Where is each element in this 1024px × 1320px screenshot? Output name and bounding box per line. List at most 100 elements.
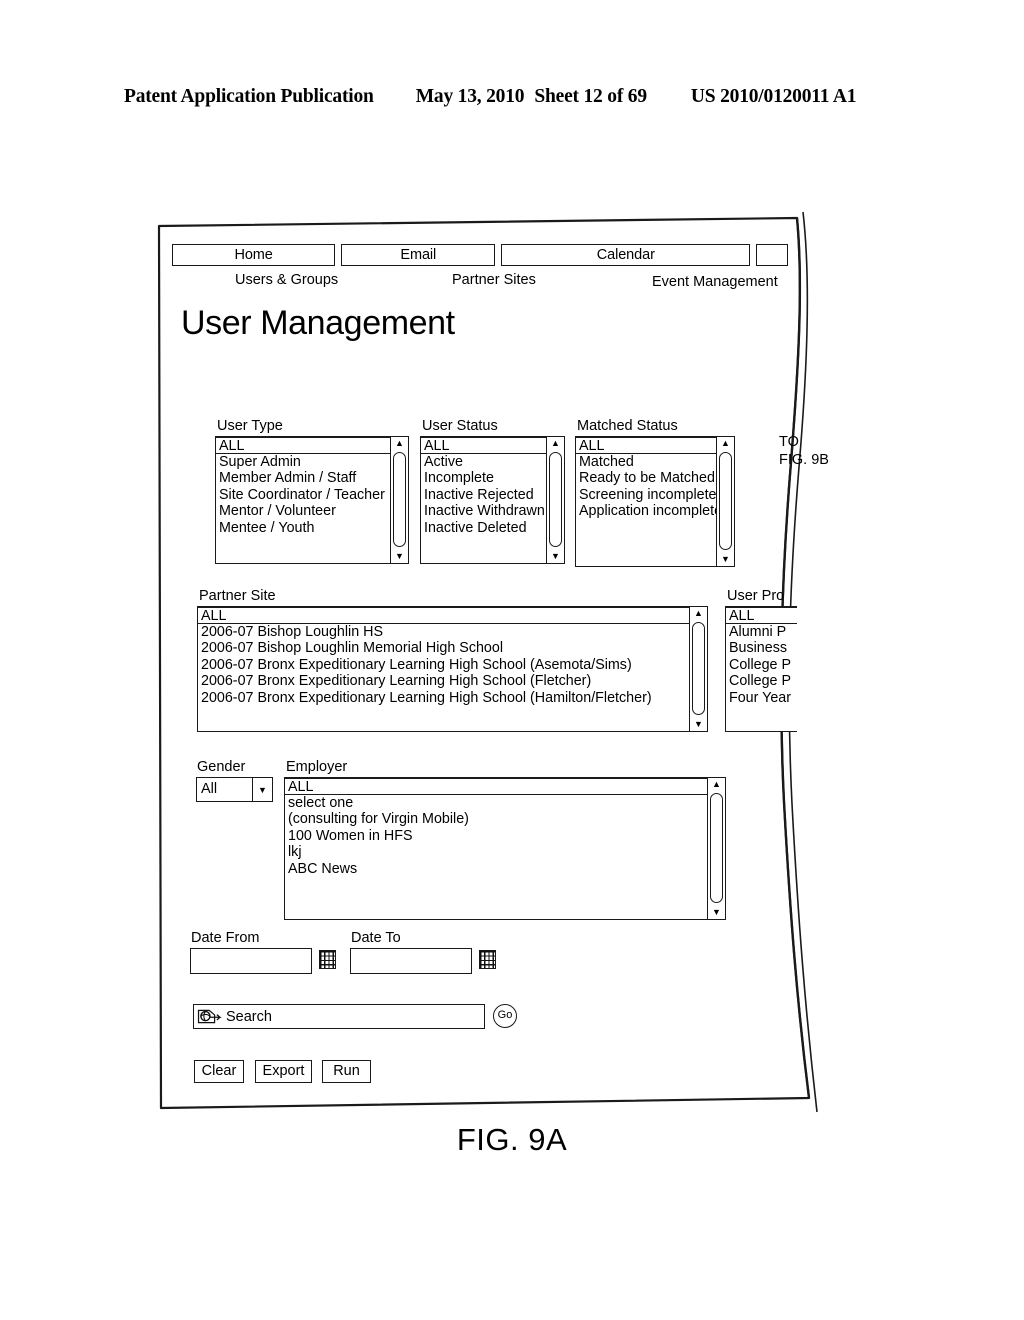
user-management-screen: Home Email Calendar Users & Groups Partn… [157,222,817,1112]
list-item[interactable]: College P [726,657,797,674]
list-item[interactable]: ALL [216,437,390,454]
nav-users-groups[interactable]: Users & Groups [235,272,338,288]
scroll-up-icon[interactable]: ▲ [547,437,564,450]
list-item[interactable]: 2006-07 Bronx Expeditionary Learning Hig… [198,673,689,690]
nav-event-management[interactable]: Event Management [652,274,778,290]
list-item[interactable]: Incomplete [421,470,546,487]
list-item[interactable]: Active [421,454,546,471]
list-item[interactable]: Four Year [726,690,797,707]
scrollbar-thumb[interactable] [719,452,732,550]
user-type-listbox[interactable]: ALL Super Admin Member Admin / Staff Sit… [215,436,409,564]
scroll-down-icon[interactable]: ▼ [547,550,564,563]
search-input[interactable]: Search [226,1009,272,1025]
matched-status-listbox[interactable]: ALL Matched Ready to be Matched Screenin… [575,436,735,567]
continuation-note: TO FIG. 9B [779,434,829,469]
clear-button[interactable]: Clear [194,1060,244,1083]
run-button[interactable]: Run [322,1060,371,1083]
list-item[interactable]: College P [726,673,797,690]
list-item[interactable]: ALL [576,437,716,454]
tab-overflow[interactable] [756,244,788,266]
list-item[interactable]: ALL [285,778,707,795]
list-item[interactable]: Business [726,640,797,657]
user-profile-options: ALL Alumni P Business College P College … [726,607,797,731]
nav-partner-sites[interactable]: Partner Sites [452,272,536,288]
list-item[interactable]: ABC News [285,861,707,878]
secondary-nav-bar: Users & Groups Partner Sites Event Manag… [172,272,792,294]
scrollbar-thumb[interactable] [692,622,705,715]
list-item[interactable]: Inactive Deleted [421,520,546,537]
scroll-down-icon[interactable]: ▼ [391,550,408,563]
search-globe-icon [197,1009,222,1024]
scroll-up-icon[interactable]: ▲ [690,607,707,620]
employer-listbox[interactable]: ALL select one (consulting for Virgin Mo… [284,777,726,920]
gender-select[interactable]: All ▼ [196,777,273,802]
list-item[interactable]: Inactive Rejected [421,487,546,504]
user-type-scrollbar[interactable]: ▲ ▼ [390,437,408,563]
scroll-up-icon[interactable]: ▲ [717,437,734,450]
list-item[interactable]: Ready to be Matched [576,470,716,487]
scroll-up-icon[interactable]: ▲ [391,437,408,450]
employer-scrollbar[interactable]: ▲ ▼ [707,778,725,919]
scrollbar-thumb[interactable] [549,452,562,547]
list-item[interactable]: (consulting for Virgin Mobile) [285,811,707,828]
scrollbar-thumb[interactable] [393,452,406,547]
partner-site-label: Partner Site [199,588,276,604]
list-item[interactable]: Super Admin [216,454,390,471]
date-to-input[interactable] [350,948,472,974]
tab-email[interactable]: Email [341,244,496,266]
gender-value: All [201,781,218,797]
scroll-down-icon[interactable]: ▼ [717,553,734,566]
list-item[interactable]: Mentee / Youth [216,520,390,537]
export-button[interactable]: Export [255,1060,312,1083]
list-item[interactable]: Application incomplete [576,503,716,520]
user-profile-listbox[interactable]: ALL Alumni P Business College P College … [725,606,797,732]
employer-label: Employer [286,759,348,775]
user-status-listbox[interactable]: ALL Active Incomplete Inactive Rejected … [420,436,565,564]
list-item[interactable]: Mentor / Volunteer [216,503,390,520]
list-item[interactable]: 100 Women in HFS [285,828,707,845]
user-status-options: ALL Active Incomplete Inactive Rejected … [421,437,546,563]
list-item[interactable]: ALL [198,607,689,624]
publication-date: May 13, 2010 [415,86,525,107]
scrollbar-thumb[interactable] [710,793,723,903]
list-item[interactable]: Screening incomplete [576,487,716,504]
list-item[interactable]: 2006-07 Bishop Loughlin Memorial High Sc… [198,640,689,657]
search-go-button[interactable]: Go [493,1004,517,1028]
date-from-input[interactable] [190,948,312,974]
publication-header: Patent Application Publication May 13, 2… [124,86,900,108]
matched-status-options: ALL Matched Ready to be Matched Screenin… [576,437,716,566]
list-item[interactable]: Member Admin / Staff [216,470,390,487]
matched-status-label: Matched Status [577,418,678,434]
tab-home[interactable]: Home [172,244,336,266]
list-item[interactable]: select one [285,795,707,812]
user-type-label: User Type [217,418,283,434]
calendar-picker-icon[interactable] [479,950,496,969]
scroll-up-icon[interactable]: ▲ [708,778,725,791]
publication-label: Patent Application Publication [124,86,374,107]
continuation-note-line1: TO [779,434,799,450]
user-type-options: ALL Super Admin Member Admin / Staff Sit… [216,437,390,563]
sheet-number: Sheet 12 of 69 [534,86,647,107]
primary-tab-bar: Home Email Calendar [172,244,788,268]
list-item[interactable]: ALL [726,607,797,624]
list-item[interactable]: Site Coordinator / Teacher [216,487,390,504]
list-item[interactable]: ALL [421,437,546,454]
list-item[interactable]: Alumni P [726,624,797,641]
partner-site-scrollbar[interactable]: ▲ ▼ [689,607,707,731]
scroll-down-icon[interactable]: ▼ [690,718,707,731]
list-item[interactable]: lkj [285,844,707,861]
list-item[interactable]: 2006-07 Bishop Loughlin HS [198,624,689,641]
partner-site-listbox[interactable]: ALL 2006-07 Bishop Loughlin HS 2006-07 B… [197,606,708,732]
list-item[interactable]: 2006-07 Bronx Expeditionary Learning Hig… [198,690,689,707]
list-item[interactable]: Matched [576,454,716,471]
scroll-down-icon[interactable]: ▼ [708,906,725,919]
user-status-scrollbar[interactable]: ▲ ▼ [546,437,564,563]
search-bar[interactable]: Search [193,1004,485,1029]
date-to-label: Date To [351,930,401,946]
list-item[interactable]: Inactive Withdrawn [421,503,546,520]
calendar-picker-icon[interactable] [319,950,336,969]
list-item[interactable]: 2006-07 Bronx Expeditionary Learning Hig… [198,657,689,674]
chevron-down-icon[interactable]: ▼ [252,778,272,801]
tab-calendar[interactable]: Calendar [501,244,751,266]
matched-status-scrollbar[interactable]: ▲ ▼ [716,437,734,566]
